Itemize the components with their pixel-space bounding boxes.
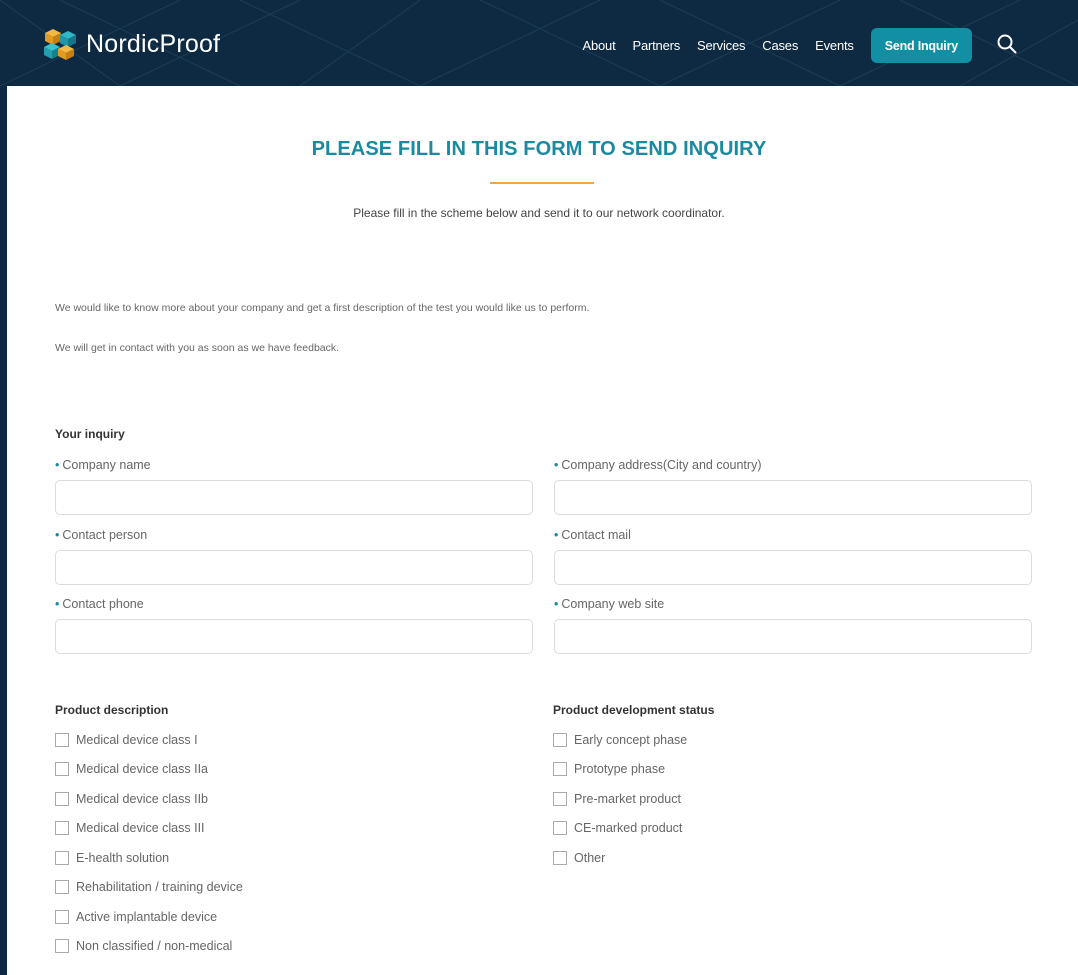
checkbox-option[interactable]: Medical device class I bbox=[55, 725, 243, 755]
checkbox[interactable] bbox=[55, 821, 69, 836]
contact-phone-input[interactable] bbox=[55, 619, 533, 654]
checkbox-option[interactable]: Pre-market product bbox=[553, 784, 687, 814]
site-logo[interactable]: NordicProof bbox=[44, 27, 220, 61]
checkbox[interactable] bbox=[553, 762, 567, 777]
checkbox[interactable] bbox=[55, 880, 69, 895]
company-address-field: • Company address(City and country) bbox=[554, 458, 1032, 515]
checkbox-label: Medical device class I bbox=[76, 732, 198, 747]
development-status-heading: Product development status bbox=[553, 703, 715, 717]
intro-text-2: We will get in contact with you as soon … bbox=[55, 342, 340, 354]
nav-link-cases[interactable]: Cases bbox=[762, 38, 798, 53]
checkbox-label: Early concept phase bbox=[574, 732, 688, 747]
checkbox-label: CE-marked product bbox=[574, 821, 683, 836]
contact-phone-field: • Contact phone bbox=[55, 597, 533, 654]
required-dot: • bbox=[55, 458, 60, 472]
checkbox-option[interactable]: Non classified / non-medical bbox=[55, 932, 243, 962]
checkbox[interactable] bbox=[553, 821, 567, 836]
checkbox-option[interactable]: CE-marked product bbox=[553, 814, 687, 844]
contact-phone-label-text: Contact phone bbox=[62, 597, 144, 611]
checkbox-label: E-health solution bbox=[76, 850, 170, 865]
checkbox[interactable] bbox=[55, 909, 69, 924]
checkbox-option[interactable]: Rehabilitation / training device bbox=[55, 873, 243, 903]
main-nav: About Partners Services Cases Events Sen… bbox=[583, 28, 972, 63]
company-name-field: • Company name bbox=[55, 458, 533, 515]
inquiry-form-section: PLEASE FILL IN THIS FORM TO SEND INQUIRY… bbox=[7, 86, 1078, 975]
nav-link-services[interactable]: Services bbox=[697, 38, 745, 53]
contact-mail-input[interactable] bbox=[554, 550, 1032, 585]
checkbox-label: Active implantable device bbox=[76, 909, 218, 924]
checkbox[interactable] bbox=[55, 732, 69, 747]
checkbox-label: Other bbox=[574, 850, 606, 865]
company-website-label-text: Company web site bbox=[561, 597, 665, 611]
checkbox-option[interactable]: Prototype phase bbox=[553, 755, 687, 785]
contact-mail-label: • Contact mail bbox=[554, 528, 1032, 548]
checkbox-option[interactable]: Early concept phase bbox=[553, 725, 687, 755]
product-description-heading: Product description bbox=[55, 703, 169, 717]
checkbox[interactable] bbox=[55, 762, 69, 777]
send-inquiry-button[interactable]: Send Inquiry bbox=[870, 28, 972, 63]
checkbox-option[interactable]: Other bbox=[553, 843, 687, 873]
checkbox-option[interactable]: E-health solution bbox=[55, 843, 243, 873]
checkbox-label: Medical device class IIa bbox=[76, 762, 209, 777]
company-name-input[interactable] bbox=[55, 480, 533, 515]
checkbox-option[interactable]: Medical device class III bbox=[55, 814, 243, 844]
page-title: PLEASE FILL IN THIS FORM TO SEND INQUIRY bbox=[311, 138, 767, 160]
contact-person-label-text: Contact person bbox=[62, 528, 148, 542]
nav-link-events[interactable]: Events bbox=[815, 38, 854, 53]
contact-mail-label-text: Contact mail bbox=[561, 528, 631, 542]
checkbox[interactable] bbox=[553, 791, 567, 806]
checkbox[interactable] bbox=[553, 850, 567, 865]
required-dot: • bbox=[554, 528, 559, 542]
required-dot: • bbox=[55, 528, 60, 542]
contact-person-input[interactable] bbox=[55, 550, 533, 585]
checkbox[interactable] bbox=[55, 939, 69, 954]
company-name-label-text: Company name bbox=[62, 458, 151, 472]
nav-link-partners[interactable]: Partners bbox=[633, 38, 681, 53]
checkbox[interactable] bbox=[553, 732, 567, 747]
page-subtitle: Please fill in the scheme below and send… bbox=[353, 206, 725, 220]
required-dot: • bbox=[55, 597, 60, 611]
required-dot: • bbox=[554, 458, 559, 472]
checkbox-label: Pre-market product bbox=[574, 791, 681, 806]
inquiry-heading: Your inquiry bbox=[55, 427, 125, 441]
company-website-input[interactable] bbox=[554, 619, 1032, 654]
contact-person-field: • Contact person bbox=[55, 528, 533, 585]
checkbox-label: Rehabilitation / training device bbox=[76, 880, 243, 895]
company-website-field: • Company web site bbox=[554, 597, 1032, 654]
contact-mail-field: • Contact mail bbox=[554, 528, 1032, 585]
checkbox-label: Medical device class III bbox=[76, 821, 205, 836]
company-address-label: • Company address(City and country) bbox=[554, 458, 1032, 478]
company-website-label: • Company web site bbox=[554, 597, 1032, 617]
development-status-list: Early concept phase Prototype phase Pre-… bbox=[553, 725, 687, 873]
contact-person-label: • Contact person bbox=[55, 528, 533, 548]
product-description-list: Medical device class I Medical device cl… bbox=[55, 725, 243, 961]
nav-link-about[interactable]: About bbox=[583, 38, 616, 53]
required-dot: • bbox=[554, 597, 559, 611]
intro-text-1: We would like to know more about your co… bbox=[55, 302, 590, 314]
contact-phone-label: • Contact phone bbox=[55, 597, 533, 617]
checkbox-label: Non classified / non-medical bbox=[76, 939, 233, 954]
checkbox[interactable] bbox=[55, 850, 69, 865]
checkbox-option[interactable]: Active implantable device bbox=[55, 902, 243, 932]
company-address-input[interactable] bbox=[554, 480, 1032, 515]
checkbox-label: Medical device class IIb bbox=[76, 791, 209, 806]
brand-name: NordicProof bbox=[86, 29, 221, 58]
search-icon[interactable] bbox=[996, 33, 1018, 55]
checkbox-option[interactable]: Medical device class IIa bbox=[55, 755, 243, 785]
company-name-label: • Company name bbox=[55, 458, 533, 478]
checkbox-option[interactable]: Medical device class IIb bbox=[55, 784, 243, 814]
checkbox-label: Prototype phase bbox=[574, 762, 666, 777]
company-address-label-text: Company address(City and country) bbox=[561, 458, 762, 472]
checkbox[interactable] bbox=[55, 791, 69, 806]
site-header: NordicProof About Partners Services Case… bbox=[0, 0, 1078, 86]
title-underline bbox=[490, 182, 594, 184]
nordicproof-logo-icon bbox=[44, 29, 76, 60]
